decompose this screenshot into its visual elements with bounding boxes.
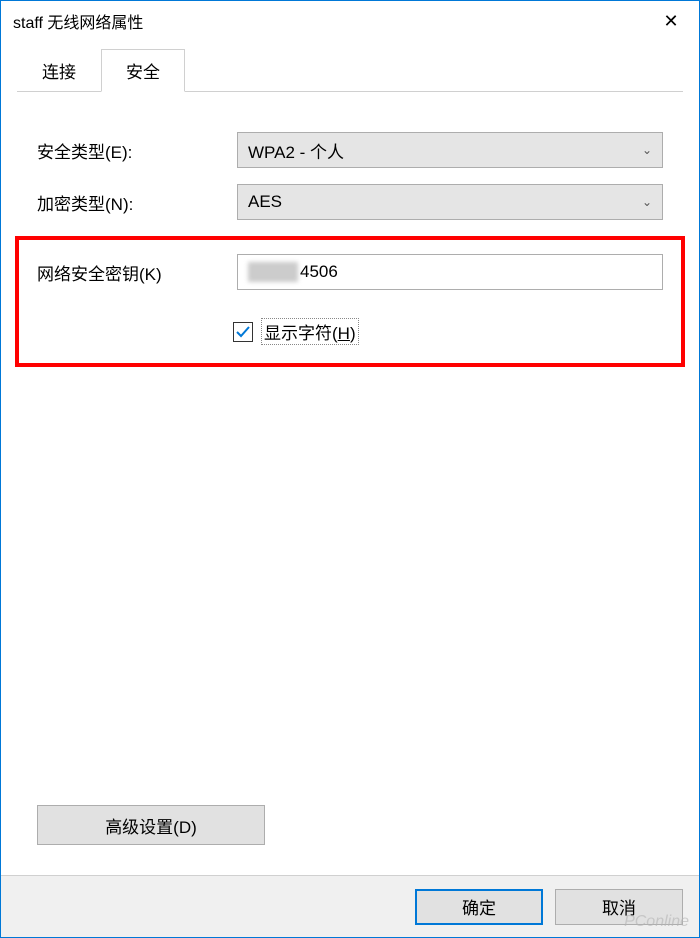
security-type-select[interactable]: WPA2 - 个人 ⌄ [237, 132, 663, 168]
security-type-label: 安全类型(E): [37, 138, 237, 163]
advanced-settings-label: 高级设置(D) [105, 818, 197, 837]
tab-strip: 连接 安全 [17, 49, 683, 92]
close-icon: ✕ [663, 11, 678, 32]
tab-security-label: 安全 [126, 63, 160, 82]
chevron-down-icon: ⌄ [642, 195, 652, 209]
chevron-down-icon: ⌄ [642, 143, 652, 157]
network-key-label: 网络安全密钥(K) [37, 260, 237, 285]
show-characters-label: 显示字符(H) [261, 318, 359, 345]
window-title: staff 无线网络属性 [13, 9, 143, 33]
check-icon [235, 324, 251, 340]
form-area: 安全类型(E): WPA2 - 个人 ⌄ 加密类型(N): AES ⌄ [37, 132, 663, 367]
ok-button[interactable]: 确定 [415, 889, 543, 925]
cancel-label: 取消 [602, 899, 636, 918]
key-obscured-part [248, 262, 298, 282]
content-wrapper: 连接 安全 安全类型(E): WPA2 - 个人 ⌄ 加 [1, 41, 699, 875]
tab-panel-security: 安全类型(E): WPA2 - 个人 ⌄ 加密类型(N): AES ⌄ [17, 92, 683, 875]
key-highlight-box: 网络安全密钥(K) 4506 显示字符( [15, 236, 685, 367]
tab-connect[interactable]: 连接 [17, 49, 101, 91]
row-encryption-type: 加密类型(N): AES ⌄ [37, 184, 663, 220]
encryption-type-label: 加密类型(N): [37, 190, 237, 215]
dialog-button-bar: 确定 取消 PConline [1, 875, 699, 937]
encryption-type-value: AES [248, 192, 282, 212]
show-characters-checkbox[interactable] [233, 322, 253, 342]
close-button[interactable]: ✕ [643, 1, 699, 41]
advanced-settings-button[interactable]: 高级设置(D) [37, 805, 265, 845]
row-show-characters: 显示字符(H) [37, 318, 663, 345]
ok-label: 确定 [462, 899, 496, 918]
key-visible-part: 4506 [300, 262, 338, 282]
row-network-key: 网络安全密钥(K) 4506 [37, 254, 663, 290]
security-type-value: WPA2 - 个人 [248, 138, 344, 163]
titlebar: staff 无线网络属性 ✕ [1, 1, 699, 41]
network-key-input[interactable]: 4506 [237, 254, 663, 290]
tab-connect-label: 连接 [42, 63, 76, 82]
wifi-properties-dialog: staff 无线网络属性 ✕ 连接 安全 安全类型(E): WPA2 - 个人 [0, 0, 700, 938]
row-security-type: 安全类型(E): WPA2 - 个人 ⌄ [37, 132, 663, 168]
encryption-type-select[interactable]: AES ⌄ [237, 184, 663, 220]
cancel-button[interactable]: 取消 [555, 889, 683, 925]
tab-security[interactable]: 安全 [101, 49, 185, 92]
